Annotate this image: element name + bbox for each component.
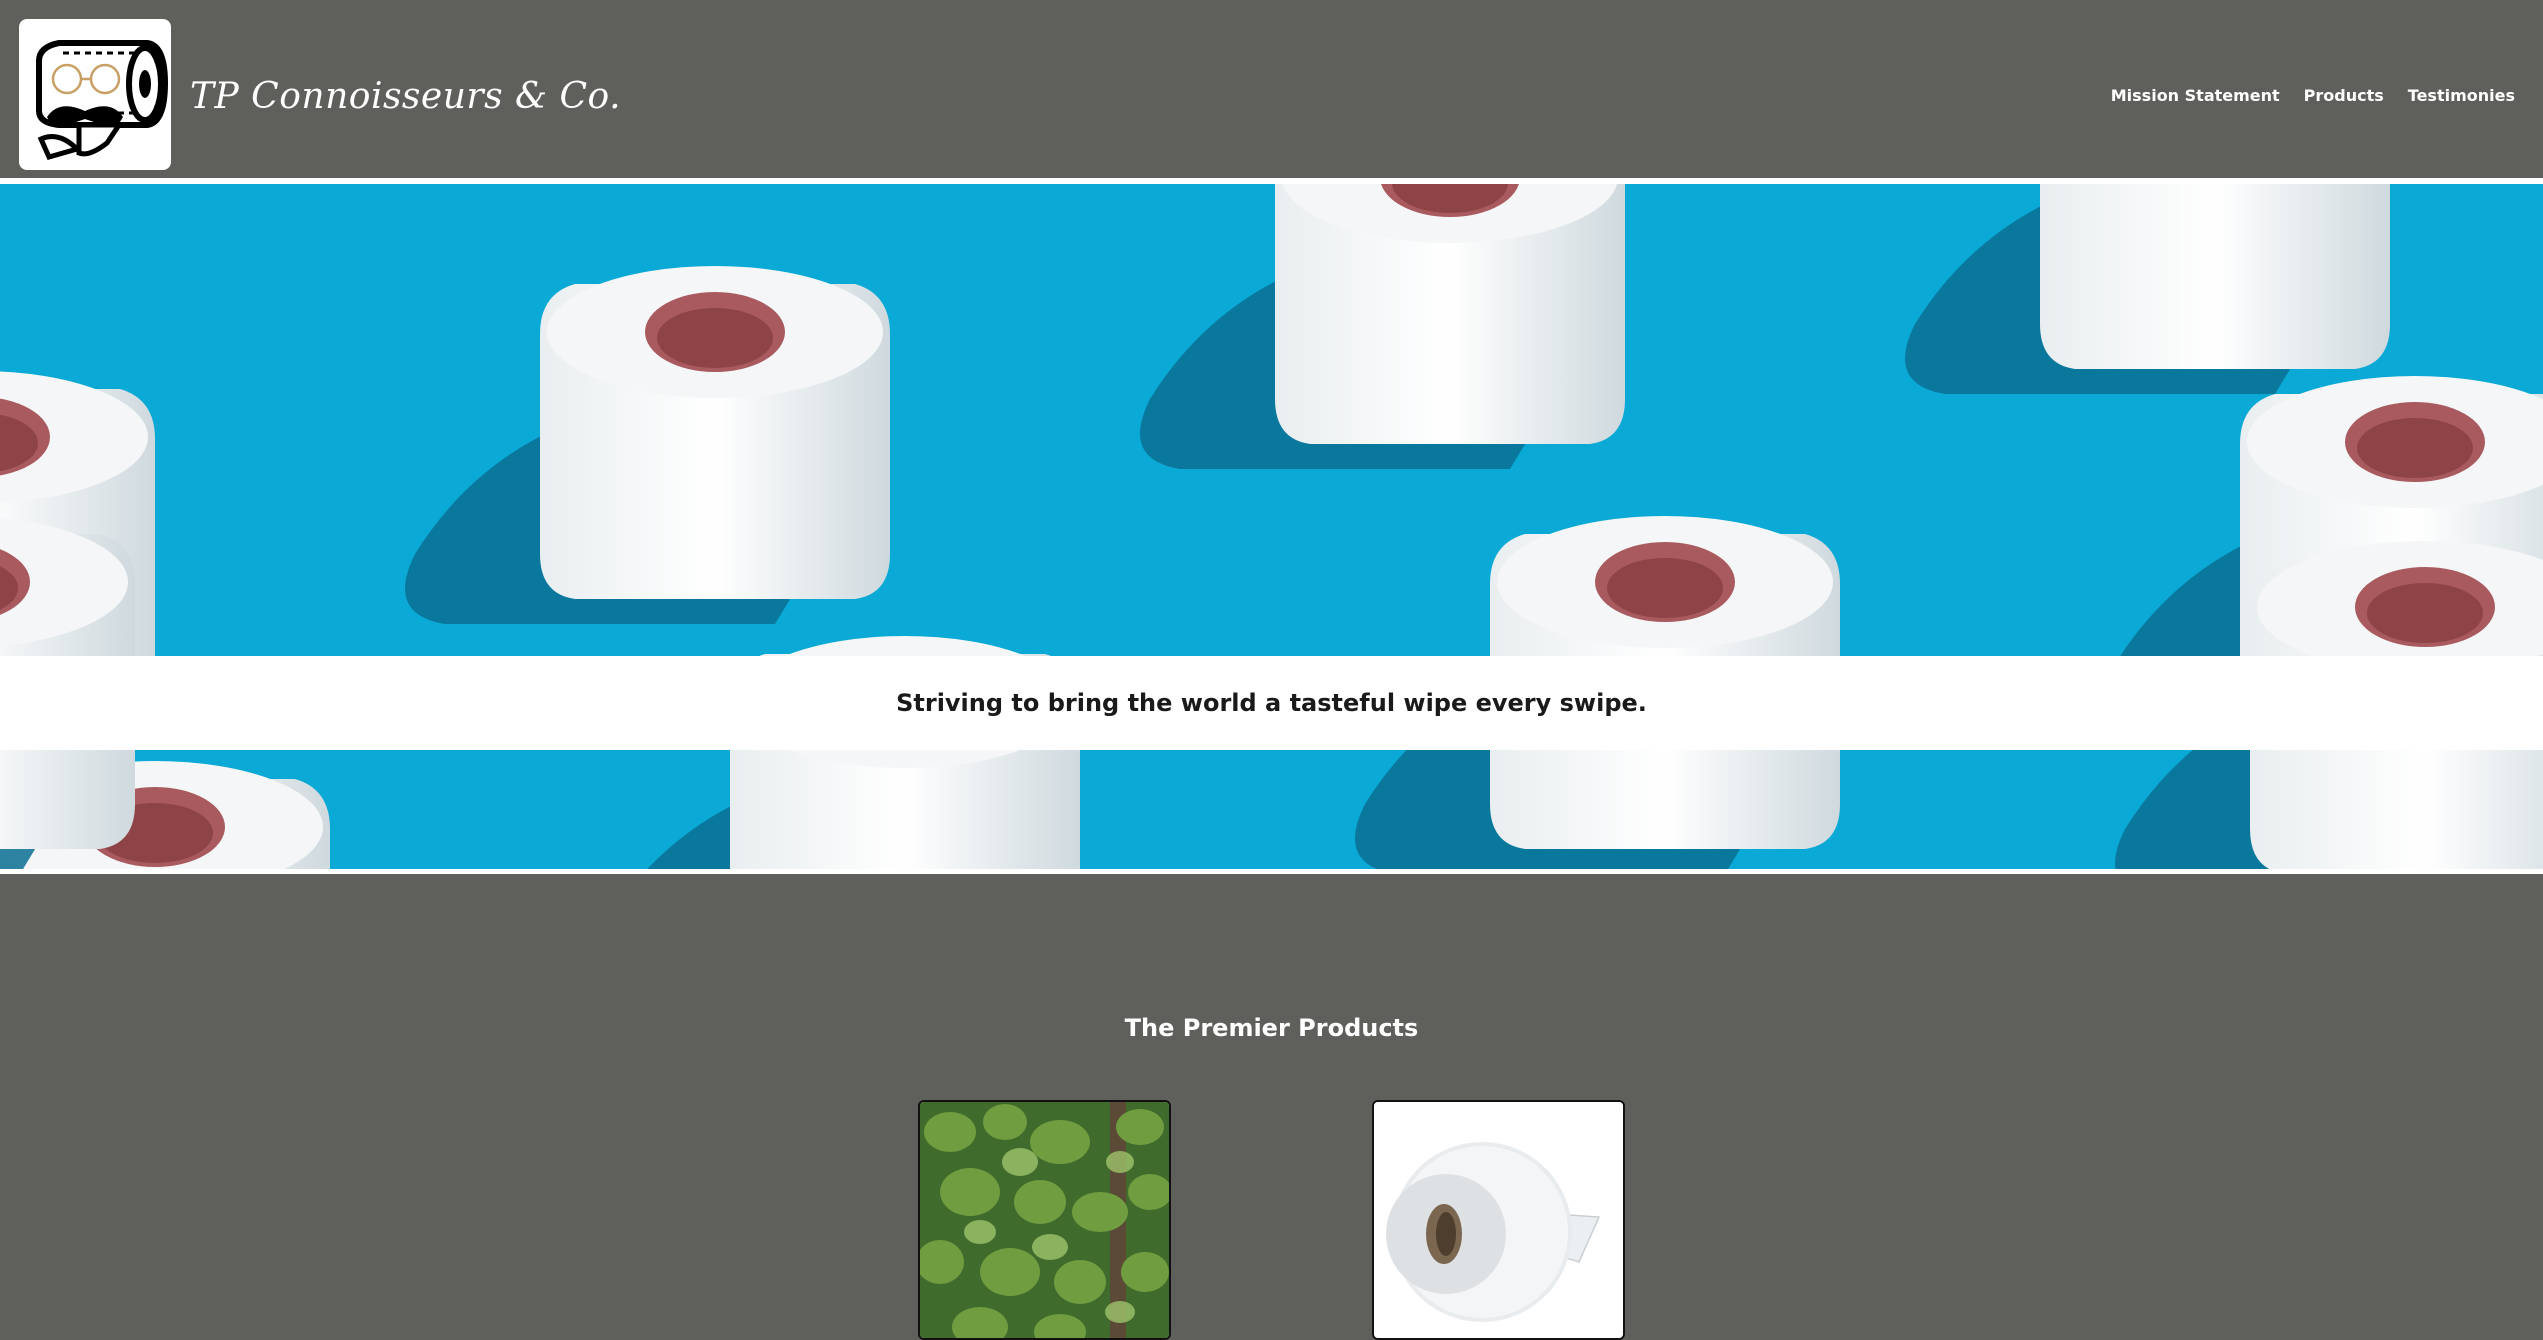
- product-card-jumbo-roll[interactable]: [1372, 1100, 1625, 1340]
- products-title: The Premier Products: [1124, 1013, 1419, 1042]
- tagline-band: Striving to bring the world a tasteful w…: [0, 656, 2543, 750]
- product-card-leaves[interactable]: [918, 1100, 1171, 1340]
- green-leaves-image: [920, 1102, 1169, 1338]
- brand-name[interactable]: TP Connoisseurs & Co.: [190, 76, 621, 117]
- nav-mission-statement[interactable]: Mission Statement: [2111, 86, 2280, 105]
- hero-tagline: Striving to bring the world a tasteful w…: [896, 689, 1647, 717]
- site-header: TP Connoisseurs & Co. Mission Statement …: [0, 0, 2543, 178]
- main-nav: Mission Statement Products Testimonies: [2111, 86, 2515, 105]
- nav-products[interactable]: Products: [2304, 86, 2384, 105]
- nav-testimonies[interactable]: Testimonies: [2408, 86, 2515, 105]
- mustache-toilet-roll-logo[interactable]: [19, 19, 171, 170]
- hero-banner: Striving to bring the world a tasteful w…: [0, 184, 2543, 869]
- products-section: The Premier Products: [0, 874, 2543, 1340]
- jumbo-toilet-roll-image: [1374, 1102, 1623, 1338]
- toilet-paper-rolls-pattern: [0, 184, 2543, 869]
